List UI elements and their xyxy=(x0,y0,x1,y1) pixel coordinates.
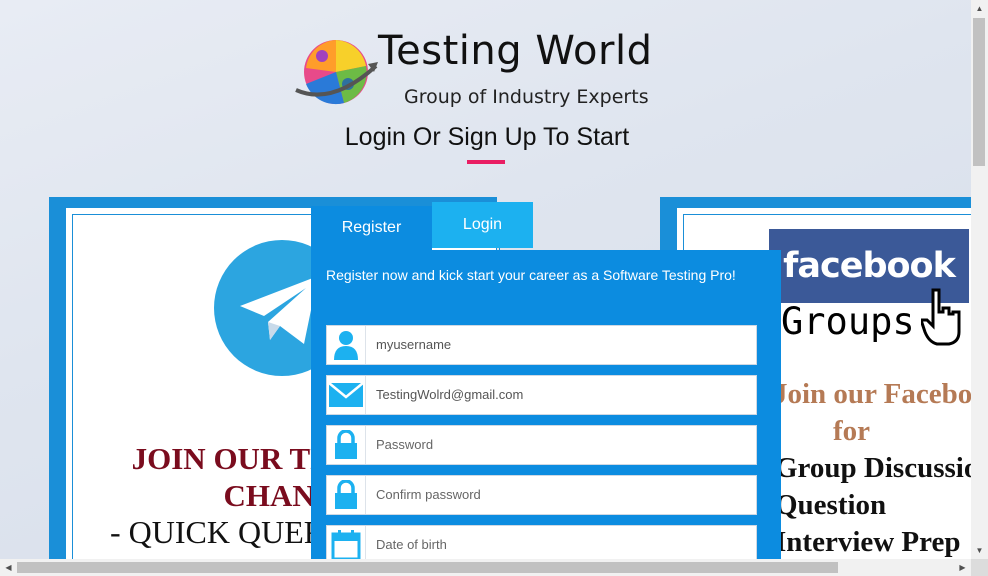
facebook-line-1: Join our Facebook xyxy=(773,378,972,410)
title-underline xyxy=(467,160,505,164)
tab-register[interactable]: Register xyxy=(311,206,432,250)
confirm-password-placeholder: Confirm password xyxy=(376,487,481,502)
scroll-down-arrow-icon[interactable]: ▼ xyxy=(971,542,988,559)
scrollbar-corner xyxy=(971,559,988,576)
scroll-right-arrow-icon[interactable]: ▶ xyxy=(954,559,971,576)
page-title: Login Or Sign Up To Start xyxy=(344,123,630,151)
brand-title: Testing World xyxy=(378,28,653,74)
scroll-left-arrow-icon[interactable]: ◀ xyxy=(0,559,17,576)
email-field[interactable]: TestingWolrd@gmail.com xyxy=(326,375,757,415)
horizontal-scrollbar[interactable]: ◀ ▶ xyxy=(0,559,971,576)
facebook-line-3: Group Discussion xyxy=(775,452,972,484)
user-icon xyxy=(327,326,366,364)
email-value: TestingWolrd@gmail.com xyxy=(376,387,524,402)
hand-cursor-icon xyxy=(921,288,961,346)
vertical-scrollbar-thumb[interactable] xyxy=(973,18,985,166)
brand-subtitle: Group of Industry Experts xyxy=(404,86,649,108)
password-field[interactable]: Password xyxy=(326,425,757,465)
password-placeholder: Password xyxy=(376,437,434,452)
facebook-line-2: for xyxy=(833,415,871,447)
vertical-scrollbar[interactable]: ▲ ▼ xyxy=(971,0,988,559)
facebook-groups-label: Groups xyxy=(781,300,915,343)
lock-icon xyxy=(327,476,366,514)
facebook-line-4: Question xyxy=(775,489,887,521)
register-intro-text: Register now and kick start your career … xyxy=(326,267,736,283)
facebook-line-5: Interview Prep xyxy=(775,526,961,558)
scroll-up-arrow-icon[interactable]: ▲ xyxy=(971,0,988,17)
lock-icon xyxy=(327,426,366,464)
horizontal-scrollbar-thumb[interactable] xyxy=(17,562,838,573)
username-field[interactable]: myusername xyxy=(326,325,757,365)
username-value: myusername xyxy=(376,337,452,352)
tab-login[interactable]: Login xyxy=(432,202,533,248)
testing-world-logo-icon xyxy=(295,40,378,105)
envelope-icon xyxy=(327,376,366,414)
confirm-password-field[interactable]: Confirm password xyxy=(326,475,757,515)
